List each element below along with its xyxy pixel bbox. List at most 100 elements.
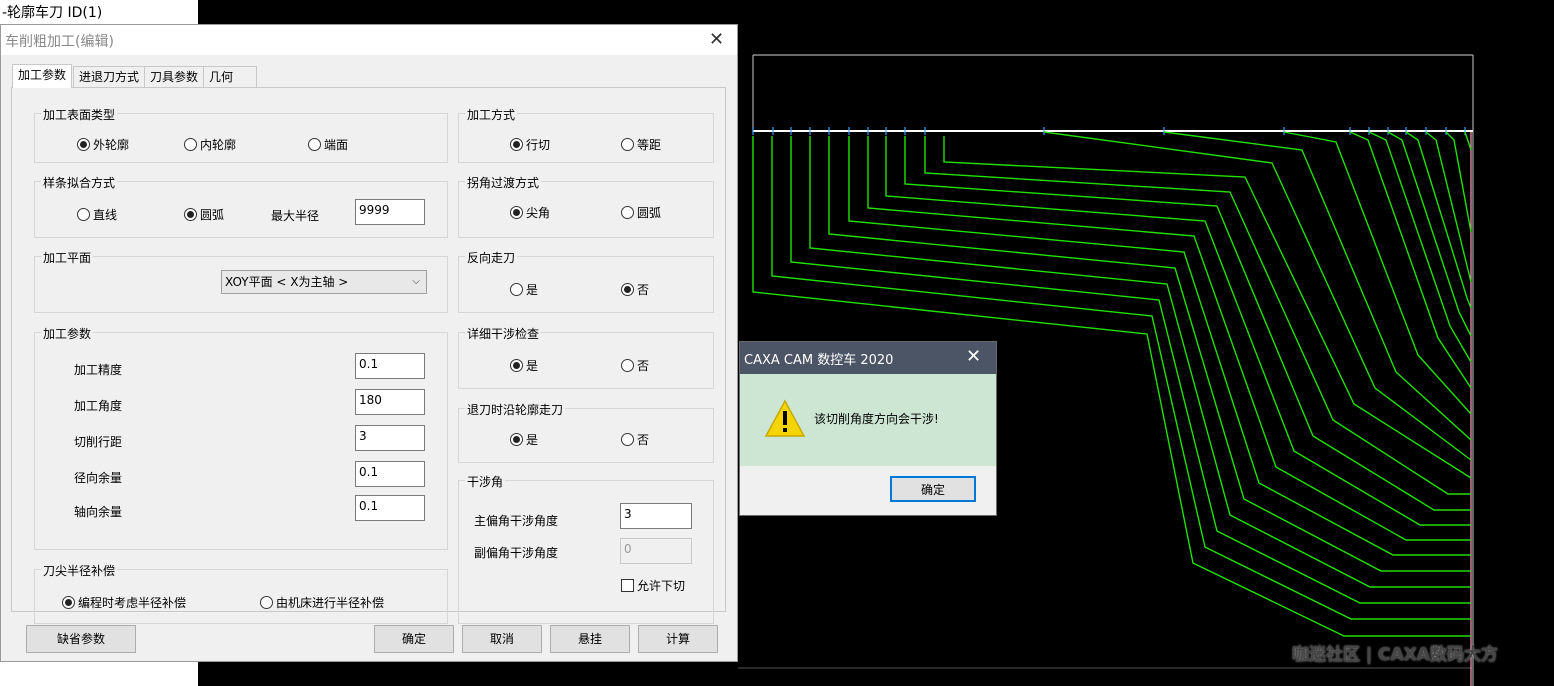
rough-turning-dialog: 车削粗加工(编辑) ✕ 加工参数 进退刀方式 刀具参数 几何 加工表面类型 外轮… — [0, 24, 738, 662]
radio-reverse-yes[interactable]: 是 — [510, 281, 538, 298]
radio-off-icon — [184, 138, 197, 151]
radio-on-icon — [510, 433, 523, 446]
precision-label: 加工精度 — [74, 363, 123, 377]
precision-input[interactable]: 0.1 — [355, 353, 425, 379]
radio-on-icon — [77, 138, 90, 151]
radio-line[interactable]: 直线 — [77, 206, 117, 223]
message-title: CAXA CAM 数控车 2020 — [744, 353, 894, 368]
radio-retract-no[interactable]: 否 — [621, 431, 649, 448]
radio-equidistant[interactable]: 等距 — [621, 136, 661, 153]
cancel-button[interactable]: 取消 — [462, 625, 542, 653]
radio-off-icon — [260, 596, 273, 609]
max-radius-input[interactable]: 9999 — [355, 199, 425, 225]
toolpath-line — [1349, 131, 1472, 389]
radio-inner-contour[interactable]: 内轮廓 — [184, 136, 236, 153]
tab-panel: 加工表面类型 外轮廓 内轮廓 端面 样条拟合方式 直线 圆弧 最大半径 9999… — [11, 87, 726, 624]
retract-contour-label: 退刀时沿轮廓走刀 — [465, 401, 566, 418]
radio-on-icon — [510, 206, 523, 219]
method-label: 加工方式 — [465, 106, 518, 123]
toolpath-line — [924, 136, 1471, 495]
chevron-down-icon: ⌵ — [412, 276, 420, 287]
background-window-title: -轮廓车刀 ID(1) — [2, 5, 103, 21]
method-group: 加工方式 行切 等距 — [458, 106, 714, 163]
toolpath-line — [1425, 131, 1472, 283]
close-icon[interactable]: ✕ — [709, 29, 724, 50]
max-radius-label: 最大半径 — [271, 209, 320, 223]
checkbox-icon — [621, 579, 634, 592]
main-angle-label: 主偏角干涉角度 — [474, 514, 559, 528]
reverse-group: 反向走刀 是 否 — [458, 249, 714, 313]
radio-retract-yes[interactable]: 是 — [510, 431, 538, 448]
radio-check-no[interactable]: 否 — [621, 357, 649, 374]
axial-allowance-input[interactable]: 0.1 — [355, 495, 425, 521]
watermark: 咖迷社区 | CAXA数码大方 — [1292, 645, 1498, 665]
reverse-label: 反向走刀 — [465, 249, 518, 266]
tab-machining-params[interactable]: 加工参数 — [12, 64, 73, 88]
message-ok-button[interactable]: 确定 — [890, 476, 976, 502]
toolpath-line — [1043, 131, 1472, 461]
interference-check-group: 详细干涉检查 是 否 — [458, 325, 714, 389]
radio-on-icon — [62, 596, 75, 609]
corner-label: 拐角过渡方式 — [465, 174, 542, 191]
radio-on-icon — [510, 359, 523, 372]
warning-icon — [764, 399, 806, 437]
plane-select[interactable]: XOY平面 < X为主轴 > ⌵ — [221, 270, 427, 294]
angle-input[interactable]: 180 — [355, 389, 425, 415]
radio-program-comp[interactable]: 编程时考虑半径补偿 — [62, 594, 186, 611]
radio-off-icon — [77, 208, 90, 221]
close-icon[interactable]: ✕ — [966, 346, 981, 367]
stepover-label: 切削行距 — [74, 435, 123, 449]
radio-off-icon — [308, 138, 321, 151]
radio-off-icon — [621, 206, 634, 219]
ok-button[interactable]: 确定 — [374, 625, 454, 653]
sub-angle-input[interactable]: 0 — [620, 538, 692, 564]
warning-message-box: CAXA CAM 数控车 2020 ✕ 该切削角度方向会干涉! 确定 — [739, 341, 997, 516]
radio-machine-comp[interactable]: 由机床进行半径补偿 — [260, 594, 384, 611]
radio-round-corner[interactable]: 圆弧 — [621, 204, 661, 221]
allow-undercut-checkbox[interactable]: 允许下切 — [621, 577, 685, 594]
plane-label: 加工平面 — [41, 249, 94, 266]
surface-type-group: 加工表面类型 外轮廓 内轮廓 端面 — [34, 106, 448, 163]
nose-comp-label: 刀尖半径补偿 — [41, 562, 118, 579]
tab-approach-retract[interactable]: 进退刀方式 — [73, 66, 146, 87]
surface-type-label: 加工表面类型 — [41, 106, 118, 123]
tab-tool-params[interactable]: 刀具参数 — [144, 66, 205, 87]
interference-check-label: 详细干涉检查 — [465, 325, 542, 342]
radio-off-icon — [510, 283, 523, 296]
radio-off-icon — [621, 433, 634, 446]
toolpath-line — [1445, 131, 1472, 233]
radio-off-icon — [621, 359, 634, 372]
interference-angle-label: 干涉角 — [465, 473, 506, 490]
radio-end-face[interactable]: 端面 — [308, 136, 348, 153]
radio-row-cut[interactable]: 行切 — [510, 136, 550, 153]
retract-contour-group: 退刀时沿轮廓走刀 是 否 — [458, 401, 714, 463]
toolpath-line — [1368, 131, 1472, 363]
stepover-input[interactable]: 3 — [355, 425, 425, 451]
radio-check-yes[interactable]: 是 — [510, 357, 538, 374]
radio-on-icon — [184, 208, 197, 221]
radio-off-icon — [621, 138, 634, 151]
message-body: 该切削角度方向会干涉! — [740, 374, 996, 466]
radio-reverse-no[interactable]: 否 — [621, 281, 649, 298]
interference-angle-group: 干涉角 主偏角干涉角度 3 副偏角干涉角度 0 允许下切 — [458, 473, 714, 624]
dialog-title: 车削粗加工(编辑) — [5, 34, 114, 50]
radial-allowance-input[interactable]: 0.1 — [355, 461, 425, 487]
toolpath-line — [1405, 131, 1472, 309]
radio-sharp-corner[interactable]: 尖角 — [510, 204, 550, 221]
radio-outer-contour[interactable]: 外轮廓 — [77, 136, 129, 153]
params-group: 加工参数 加工精度 0.1 加工角度 180 切削行距 3 径向余量 0.1 轴… — [34, 325, 448, 550]
axial-allowance-label: 轴向余量 — [74, 505, 123, 519]
radio-arc[interactable]: 圆弧 — [184, 206, 224, 223]
spline-fit-group: 样条拟合方式 直线 圆弧 最大半径 9999 — [34, 174, 448, 238]
toolpath-line — [1163, 131, 1472, 441]
default-params-button[interactable]: 缺省参数 — [26, 625, 136, 653]
nose-comp-group: 刀尖半径补偿 编程时考虑半径补偿 由机床进行半径补偿 — [34, 562, 448, 624]
radio-on-icon — [621, 283, 634, 296]
radial-allowance-label: 径向余量 — [74, 471, 123, 485]
suspend-button[interactable]: 悬挂 — [550, 625, 630, 653]
corner-group: 拐角过渡方式 尖角 圆弧 — [458, 174, 714, 238]
tab-geometry[interactable]: 几何 — [203, 66, 257, 87]
calculate-button[interactable]: 计算 — [638, 625, 718, 653]
main-angle-input[interactable]: 3 — [620, 503, 692, 529]
spline-fit-label: 样条拟合方式 — [41, 174, 118, 191]
